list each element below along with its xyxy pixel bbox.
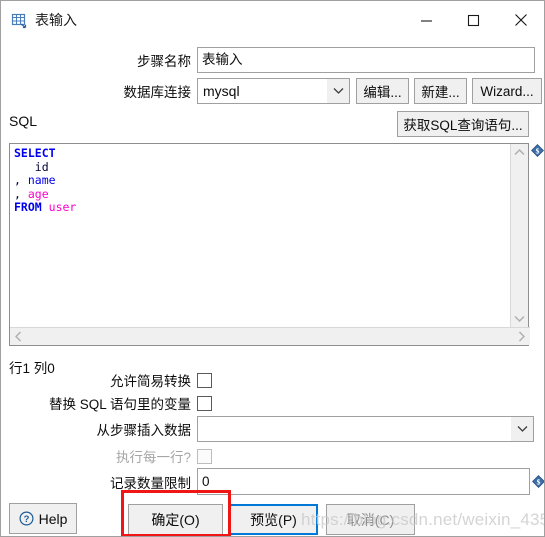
replace-variables-row: 替换 SQL 语句里的变量 [1, 393, 544, 413]
preview-button[interactable]: 预览(P) [229, 504, 318, 535]
sql-line: FROM user [14, 201, 76, 215]
sql-token: SELECT [14, 146, 56, 160]
scroll-up-icon[interactable] [511, 144, 528, 161]
connection-combobox[interactable]: mysql [197, 78, 350, 104]
sql-line: , name [14, 173, 76, 188]
replace-variables-label: 替换 SQL 语句里的变量 [48, 397, 191, 412]
row-limit-label: 记录数量限制 [110, 475, 191, 491]
svg-text:?: ? [23, 514, 29, 525]
execute-each-row-row: 执行每一行? [1, 446, 544, 466]
row-limit-row: 记录数量限制 0 [1, 468, 544, 495]
edit-connection-button[interactable]: 编辑... [356, 78, 409, 104]
sql-line: , age [14, 186, 76, 202]
insert-from-step-row: 从步骤插入数据 [1, 416, 544, 442]
sql-token: FROM [14, 200, 42, 215]
row-limit-variable-diamond-icon: $ [532, 475, 544, 488]
sql-line: id [14, 159, 76, 175]
connection-label: 数据库连接 [123, 85, 192, 100]
step-name-row: 步骤名称 表输入 [1, 47, 538, 73]
lazy-conversion-row: 允许简易转换 [1, 370, 544, 390]
connection-row: 数据库连接 mysql 编辑... 新建... Wizard... [1, 78, 544, 104]
sql-token: id [14, 159, 49, 174]
title-bar: 表输入 [1, 1, 544, 39]
table-input-icon [10, 11, 28, 29]
new-connection-button[interactable]: 新建... [414, 78, 467, 104]
help-button[interactable]: ? Help [9, 503, 77, 534]
get-sql-query-button[interactable]: 获取SQL查询语句... [397, 111, 529, 137]
sql-variable-diamond-icon: $ [531, 144, 544, 157]
chevron-down-icon[interactable] [511, 417, 533, 441]
minimize-icon[interactable] [403, 1, 450, 39]
question-circle-icon: ? [19, 511, 34, 526]
sql-line: SELECT [14, 146, 76, 161]
replace-variables-checkbox[interactable] [197, 395, 212, 411]
execute-each-row-label: 执行每一行? [115, 450, 191, 465]
sql-token: , [14, 186, 28, 201]
connection-value: mysql [203, 83, 240, 99]
svg-text:$: $ [537, 477, 541, 486]
sql-editor[interactable]: SELECT id, name, age FROM user [9, 143, 530, 346]
execute-each-row-checkbox [197, 448, 212, 464]
window-controls [403, 1, 544, 39]
scroll-left-icon[interactable] [10, 328, 27, 345]
sql-token: age [27, 186, 49, 201]
chevron-down-icon[interactable] [327, 79, 349, 103]
help-label: Help [38, 510, 68, 527]
scroll-right-icon[interactable] [513, 328, 530, 345]
step-name-input[interactable]: 表输入 [197, 47, 535, 73]
insert-from-step-label: 从步骤插入数据 [96, 423, 192, 438]
sql-token: , [14, 173, 28, 188]
svg-text:$: $ [536, 146, 540, 155]
step-name-label: 步骤名称 [137, 54, 191, 69]
wizard-button[interactable]: Wizard... [472, 78, 542, 104]
table-input-dialog: 表输入 步骤名称 表输入 数据库连接 mysql 编辑... 新建... Wiz… [0, 0, 545, 537]
cancel-button[interactable]: 取消(C) [326, 504, 415, 535]
sql-horizontal-scrollbar[interactable] [10, 327, 530, 345]
maximize-icon[interactable] [450, 1, 497, 39]
lazy-conversion-label: 允许简易转换 [110, 374, 191, 389]
window-title: 表输入 [35, 12, 77, 28]
sql-token: name [27, 173, 56, 188]
sql-label: SQL [9, 113, 38, 129]
insert-from-step-combobox[interactable] [197, 416, 534, 442]
ok-button[interactable]: 确定(O) [128, 504, 223, 535]
sql-token: user [48, 200, 77, 215]
lazy-conversion-checkbox[interactable] [197, 372, 212, 388]
sql-text-content: SELECT id, name, age FROM user [14, 146, 76, 215]
scroll-down-icon[interactable] [511, 310, 528, 327]
row-limit-input[interactable]: 0 [197, 468, 530, 495]
sql-vertical-scrollbar[interactable] [510, 144, 528, 327]
close-icon[interactable] [497, 1, 544, 39]
